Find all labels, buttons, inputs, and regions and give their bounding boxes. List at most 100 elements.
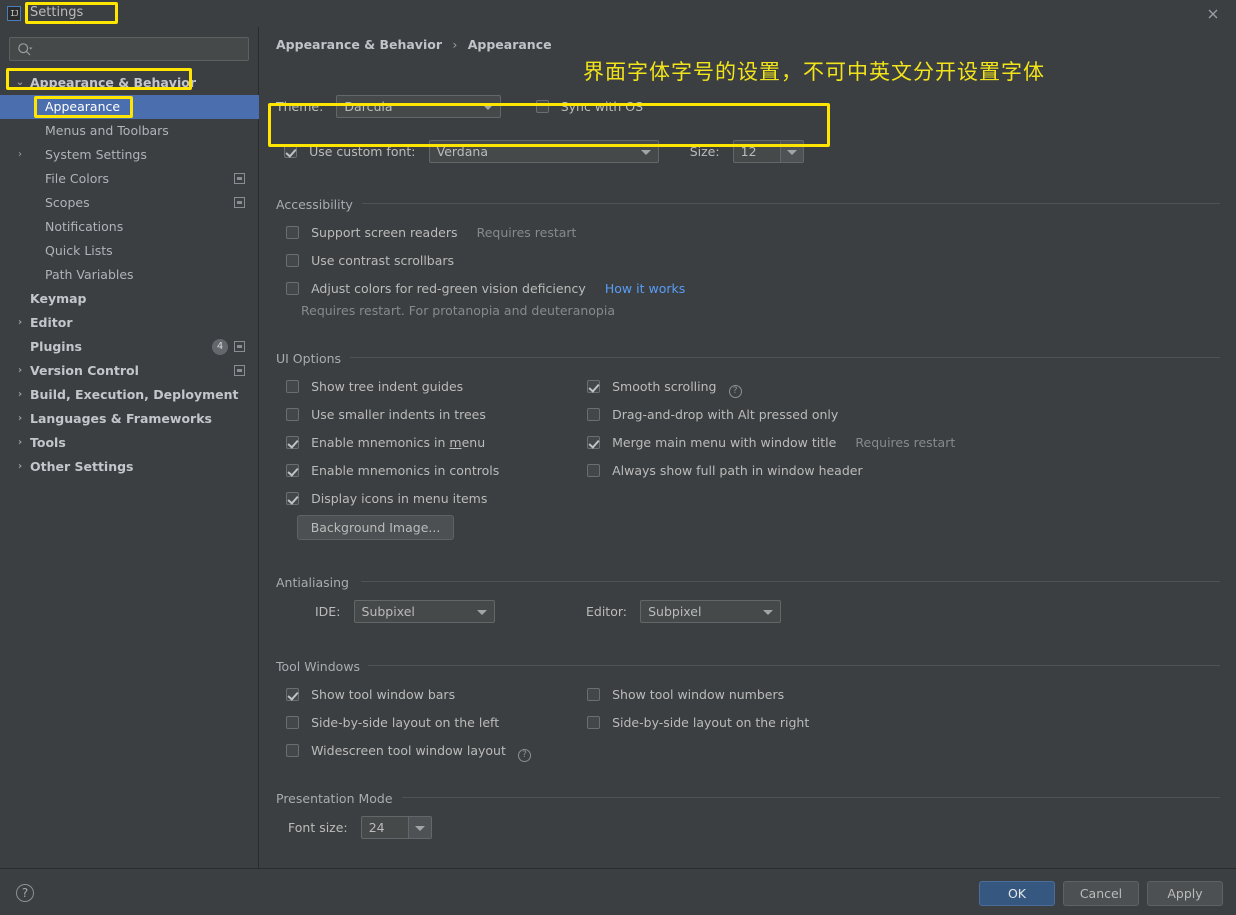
show-tree-indent-guides-checkbox[interactable]: [286, 380, 299, 393]
chevron-right-icon[interactable]: ›: [14, 359, 26, 383]
sidebar-item-path-variables[interactable]: Path Variables: [0, 263, 259, 287]
breadcrumb-leaf: Appearance: [467, 37, 552, 52]
presentation-font-size-value: 24: [368, 820, 385, 835]
theme-combobox[interactable]: Darcula: [336, 95, 502, 118]
settings-tree: ⌄ Appearance & Behavior Appearance Menus an…: [0, 71, 259, 479]
help-icon[interactable]: ?: [16, 884, 34, 902]
window-title-bar: IJ Settings: [0, 0, 1236, 27]
sidebar-item-build-execution-deployment[interactable]: › Build, Execution, Deployment: [0, 383, 259, 407]
theme-label: Theme:: [276, 99, 324, 114]
show-tool-window-bars-checkbox[interactable]: [286, 688, 299, 701]
sidebar-item-notifications[interactable]: Notifications: [0, 215, 259, 239]
chevron-down-icon[interactable]: [407, 817, 431, 838]
sidebar-item-other-settings[interactable]: › Other Settings: [0, 455, 259, 479]
font-size-spinner[interactable]: 12: [732, 140, 804, 163]
use-custom-font-label: Use custom font:: [309, 144, 416, 159]
use-custom-font-checkbox[interactable]: [284, 145, 297, 158]
show-tool-window-numbers-row[interactable]: Show tool window numbers: [587, 684, 784, 703]
accessibility-sub-hint-text: Requires restart. For protanopia and deu…: [301, 303, 615, 318]
show-tree-indent-guides-row[interactable]: Show tree indent guides: [286, 376, 463, 395]
sidebar-item-tools[interactable]: › Tools: [0, 431, 259, 455]
drag-and-drop-alt-row[interactable]: Drag-and-drop with Alt pressed only: [587, 404, 838, 423]
display-icons-menu-checkbox[interactable]: [286, 492, 299, 505]
sidebar-item-label: Appearance & Behavior: [30, 75, 196, 90]
ok-button[interactable]: OK: [979, 881, 1055, 906]
show-tool-window-numbers-checkbox[interactable]: [587, 688, 600, 701]
widescreen-layout-row[interactable]: Widescreen tool window layout ?: [286, 740, 531, 762]
chevron-right-icon[interactable]: ›: [14, 431, 26, 455]
sidebar-item-version-control[interactable]: › Version Control: [0, 359, 259, 383]
sidebar-item-menus-and-toolbars[interactable]: Menus and Toolbars: [0, 119, 259, 143]
chevron-down-icon[interactable]: [779, 141, 803, 162]
sidebar-item-languages-frameworks[interactable]: › Languages & Frameworks: [0, 407, 259, 431]
background-image-button[interactable]: Background Image...: [297, 515, 454, 540]
sidebar-item-scopes[interactable]: Scopes: [0, 191, 259, 215]
show-tool-window-numbers-label: Show tool window numbers: [612, 687, 785, 702]
always-show-full-path-row[interactable]: Always show full path in window header: [587, 460, 863, 479]
chevron-right-icon[interactable]: ›: [14, 455, 26, 479]
side-by-side-right-row[interactable]: Side-by-side layout on the right: [587, 712, 809, 731]
breadcrumb-root[interactable]: Appearance & Behavior: [276, 37, 442, 52]
display-icons-menu-label: Display icons in menu items: [311, 491, 488, 506]
adjust-colors-checkbox[interactable]: [286, 282, 299, 295]
antialiasing-editor-combobox[interactable]: Subpixel: [640, 600, 782, 623]
close-icon[interactable]: [1204, 5, 1222, 23]
chevron-right-icon[interactable]: ›: [14, 407, 26, 431]
search-input[interactable]: [38, 38, 243, 60]
side-by-side-left-checkbox[interactable]: [286, 716, 299, 729]
project-level-icon: [234, 197, 245, 208]
chevron-down-icon: [483, 105, 494, 110]
sidebar-item-editor[interactable]: › Editor: [0, 311, 259, 335]
apply-button[interactable]: Apply: [1147, 881, 1223, 906]
sidebar-item-label: Scopes: [45, 195, 90, 210]
use-smaller-indents-row[interactable]: Use smaller indents in trees: [286, 404, 486, 423]
custom-font-value: Verdana: [436, 144, 488, 159]
presentation-font-size-spinner[interactable]: 24: [360, 816, 432, 839]
sidebar-item-plugins[interactable]: Plugins 4: [0, 335, 259, 359]
how-it-works-link[interactable]: How it works: [605, 281, 685, 296]
merge-main-menu-checkbox[interactable]: [587, 436, 600, 449]
drag-and-drop-alt-checkbox[interactable]: [587, 408, 600, 421]
enable-mnemonics-controls-row[interactable]: Enable mnemonics in controls: [286, 460, 499, 479]
always-show-full-path-checkbox[interactable]: [587, 464, 600, 477]
widescreen-layout-label: Widescreen tool window layout: [311, 743, 506, 758]
cancel-button[interactable]: Cancel: [1063, 881, 1139, 906]
custom-font-combobox[interactable]: Verdana: [428, 140, 659, 163]
sidebar-item-appearance-behavior[interactable]: ⌄ Appearance & Behavior: [0, 71, 259, 95]
antialiasing-section-header: Antialiasing: [276, 572, 1220, 591]
widescreen-layout-checkbox[interactable]: [286, 744, 299, 757]
search-box[interactable]: [9, 37, 249, 61]
support-screen-readers-row[interactable]: Support screen readers Requires restart: [286, 222, 576, 241]
smooth-scrolling-row[interactable]: Smooth scrolling ?: [587, 376, 742, 398]
help-icon[interactable]: ?: [517, 749, 531, 762]
enable-mnemonics-controls-checkbox[interactable]: [286, 464, 299, 477]
support-screen-readers-checkbox[interactable]: [286, 226, 299, 239]
show-tool-window-bars-row[interactable]: Show tool window bars: [286, 684, 455, 703]
smooth-scrolling-label: Smooth scrolling: [612, 379, 717, 394]
display-icons-menu-row[interactable]: Display icons in menu items: [286, 488, 487, 507]
sidebar-item-appearance[interactable]: Appearance: [0, 95, 259, 119]
use-contrast-scrollbars-row[interactable]: Use contrast scrollbars: [286, 250, 454, 269]
side-by-side-right-checkbox[interactable]: [587, 716, 600, 729]
chevron-down-icon: [763, 610, 774, 615]
chevron-down-icon[interactable]: ⌄: [14, 71, 26, 95]
sidebar-item-label: Editor: [30, 315, 73, 330]
merge-main-menu-row[interactable]: Merge main menu with window title Requir…: [587, 432, 955, 451]
sidebar-item-file-colors[interactable]: File Colors: [0, 167, 259, 191]
smooth-scrolling-checkbox[interactable]: [587, 380, 600, 393]
chevron-right-icon[interactable]: ›: [14, 383, 26, 407]
sync-with-os-checkbox[interactable]: [535, 100, 549, 113]
chevron-right-icon[interactable]: ›: [14, 143, 26, 167]
side-by-side-left-row[interactable]: Side-by-side layout on the left: [286, 712, 499, 731]
use-smaller-indents-checkbox[interactable]: [286, 408, 299, 421]
use-contrast-scrollbars-checkbox[interactable]: [286, 254, 299, 267]
help-icon[interactable]: ?: [728, 385, 742, 398]
sidebar-item-quick-lists[interactable]: Quick Lists: [0, 239, 259, 263]
sidebar-item-system-settings[interactable]: › System Settings: [0, 143, 259, 167]
adjust-colors-row[interactable]: Adjust colors for red-green vision defic…: [286, 278, 685, 297]
enable-mnemonics-menu-row[interactable]: Enable mnemonics in menu: [286, 432, 485, 451]
enable-mnemonics-menu-checkbox[interactable]: [286, 436, 299, 449]
chevron-right-icon[interactable]: ›: [14, 311, 26, 335]
antialiasing-ide-combobox[interactable]: Subpixel: [353, 600, 495, 623]
sidebar-item-keymap[interactable]: Keymap: [0, 287, 259, 311]
